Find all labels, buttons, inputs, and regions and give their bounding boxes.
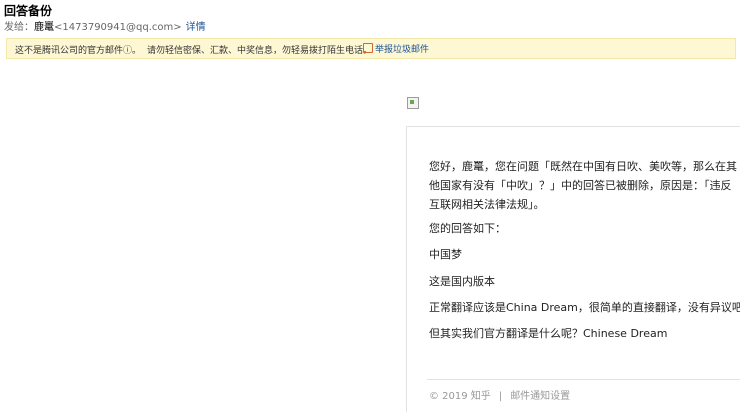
email-footer: © 2019 知乎 | 邮件通知设置 xyxy=(429,387,570,402)
copyright-text: © 2019 知乎 xyxy=(429,391,491,402)
footer-divider xyxy=(427,379,740,380)
answer-line: 中国梦 xyxy=(429,248,462,261)
report-spam-link[interactable]: 举报垃圾邮件 xyxy=(363,42,429,55)
answer-line: 正常翻译应该是China Dream，很简单的直接翻译，没有异议吧？ xyxy=(429,301,740,314)
fraud-warning-text: 请勿轻信密保、汇款、中奖信息，勿轻易拨打陌生电话。 xyxy=(147,46,373,56)
sender-row: 发给：鹿鼍<1473790941@qq.com> 详情 xyxy=(4,18,206,33)
email-subject: 回答备份 xyxy=(4,4,53,18)
from-label: 发给： xyxy=(4,22,34,33)
security-warning-banner: 这不是腾讯公司的官方邮件ⓘ。 请勿轻信密保、汇款、中奖信息，勿轻易拨打陌生电话。… xyxy=(6,38,736,59)
sender-name[interactable]: 鹿鼍 xyxy=(34,22,54,33)
notification-greeting: 您好，鹿鼍，您在问题「既然在中国有日吹、美吹等，那么在其他国家有没有「中吹」？」… xyxy=(429,160,737,211)
sender-email: <1473790941@qq.com> xyxy=(54,22,182,33)
email-content-card: 您好，鹿鼍，您在问题「既然在中国有日吹、美吹等，那么在其他国家有没有「中吹」？」… xyxy=(406,126,740,412)
answer-line: 但其实我们官方翻译是什么呢？Chinese Dream xyxy=(429,327,668,340)
unofficial-mail-notice: 这不是腾讯公司的官方邮件ⓘ。 xyxy=(15,46,142,56)
answer-label: 您的回答如下： xyxy=(429,222,506,235)
broken-image-icon xyxy=(407,97,419,109)
answer-line: 这是国内版本 xyxy=(429,275,495,288)
message-header: 回答备份 发给：鹿鼍<1473790941@qq.com> 详情 xyxy=(0,0,740,36)
footer-separator: | xyxy=(498,391,503,402)
notification-settings-link[interactable]: 邮件通知设置 xyxy=(510,391,570,402)
report-spam-label: 举报垃圾邮件 xyxy=(375,45,430,55)
details-link[interactable]: 详情 xyxy=(186,22,206,33)
report-icon xyxy=(363,43,373,53)
